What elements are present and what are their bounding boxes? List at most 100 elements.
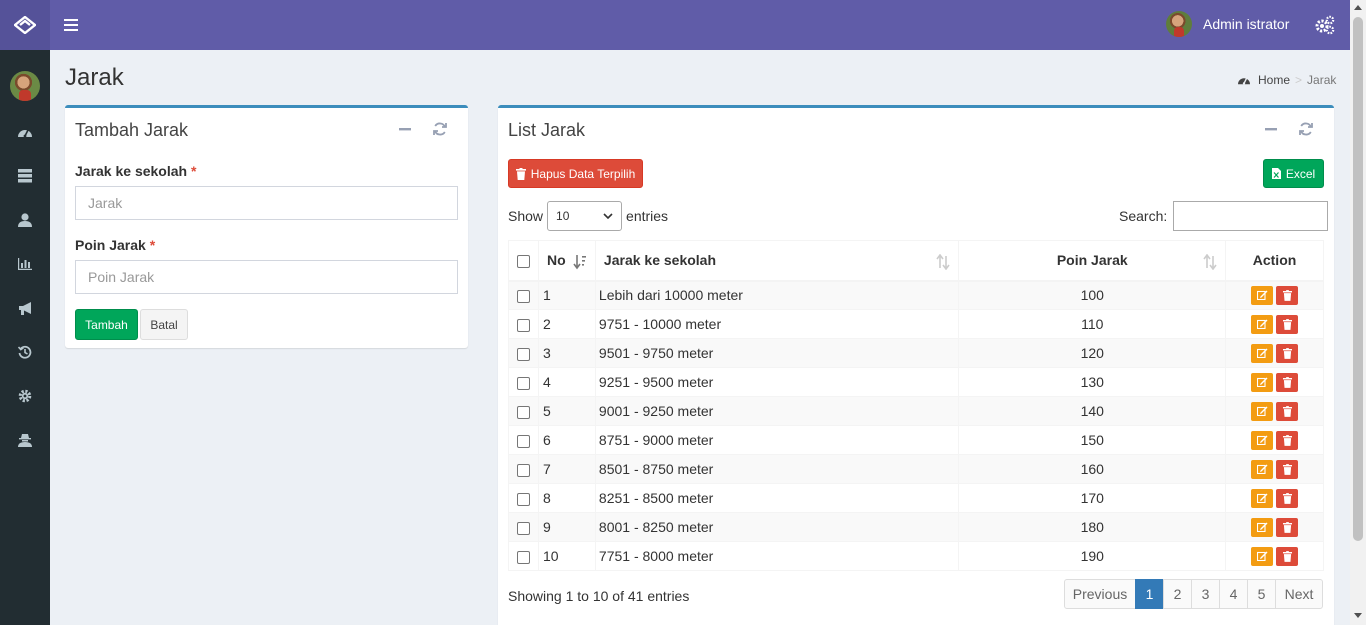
- edit-button[interactable]: [1251, 314, 1274, 334]
- sidebar-item-reports[interactable]: [15, 254, 35, 274]
- column-label: Jarak ke sekolah: [603, 252, 717, 269]
- row-points: 140: [958, 396, 1227, 426]
- delete-button[interactable]: [1276, 488, 1299, 508]
- delete-button[interactable]: [1276, 343, 1299, 363]
- sidebar-toggle-button[interactable]: [60, 15, 82, 35]
- row-checkbox[interactable]: [516, 550, 530, 564]
- refresh-button[interactable]: [432, 121, 448, 137]
- pagination-page[interactable]: 4: [1219, 579, 1248, 609]
- row-checkbox[interactable]: [516, 376, 530, 390]
- required-mark: *: [190, 163, 197, 179]
- delete-selected-button[interactable]: Hapus Data Terpilih: [508, 159, 643, 188]
- delete-button[interactable]: [1276, 517, 1299, 537]
- edit-button[interactable]: [1251, 488, 1274, 508]
- pagination-next[interactable]: Next: [1275, 579, 1323, 609]
- control-sidebar-button[interactable]: [1314, 15, 1336, 35]
- sort-icon: [1203, 254, 1217, 270]
- row-checkbox[interactable]: [516, 347, 530, 361]
- search-input[interactable]: [1173, 201, 1329, 231]
- user-menu[interactable]: Admin istrator: [1166, 11, 1289, 37]
- excel-export-button[interactable]: Excel: [1263, 159, 1324, 188]
- delete-button[interactable]: [1276, 459, 1299, 479]
- delete-button[interactable]: [1276, 430, 1299, 450]
- sidebar-item-admin[interactable]: [15, 430, 35, 450]
- collapse-button[interactable]: [397, 121, 413, 137]
- pagination-previous[interactable]: Previous: [1064, 579, 1136, 609]
- scrollbar-thumb[interactable]: [1353, 17, 1363, 541]
- row-checkbox[interactable]: [516, 405, 530, 419]
- edit-icon: [1256, 435, 1268, 445]
- row-checkbox[interactable]: [516, 434, 530, 448]
- row-points: 100: [958, 280, 1227, 310]
- cancel-button[interactable]: Batal: [140, 309, 188, 340]
- row-no: 6: [537, 425, 596, 455]
- edit-button[interactable]: [1251, 517, 1274, 537]
- app-logo[interactable]: [0, 0, 50, 50]
- trash-icon: [1282, 405, 1292, 417]
- collapse-button[interactable]: [1263, 121, 1279, 137]
- excel-label: Excel: [1285, 166, 1316, 181]
- edit-button[interactable]: [1251, 546, 1274, 566]
- menu-icon: [64, 19, 78, 31]
- sidebar-item-announcements[interactable]: [15, 298, 35, 318]
- row-checkbox[interactable]: [516, 492, 530, 506]
- points-label-text: Poin Jarak: [75, 237, 146, 253]
- sidebar-item-users[interactable]: [15, 210, 35, 230]
- page-length-select[interactable]: 10: [547, 201, 623, 231]
- table-search: Search:: [1119, 201, 1329, 231]
- distance-input[interactable]: [75, 186, 458, 220]
- points-input[interactable]: [75, 260, 458, 294]
- delete-button[interactable]: [1276, 401, 1299, 421]
- row-checkbox[interactable]: [516, 318, 530, 332]
- sidebar-item-settings[interactable]: [15, 386, 35, 406]
- pagination-page[interactable]: 3: [1191, 579, 1220, 609]
- scroll-up-icon[interactable]: [1354, 5, 1362, 10]
- delete-button[interactable]: [1276, 372, 1299, 392]
- box-title: Tambah Jarak: [75, 120, 189, 140]
- distance-table: No Jarak ke sekolah Poin Jarak Action 1 …: [508, 240, 1324, 571]
- scroll-down-icon[interactable]: [1354, 613, 1362, 618]
- edit-button[interactable]: [1251, 459, 1274, 479]
- pagination-page[interactable]: 1: [1135, 579, 1164, 609]
- row-distance: 8751 - 9000 meter: [594, 425, 960, 455]
- table-header-row: No Jarak ke sekolah Poin Jarak Action: [508, 240, 1324, 282]
- delete-button[interactable]: [1276, 314, 1299, 334]
- sidebar-item-dashboard[interactable]: [15, 122, 35, 142]
- sidebar-user-avatar[interactable]: [10, 71, 40, 101]
- select-all-checkbox[interactable]: [516, 255, 530, 269]
- edit-icon: [1256, 406, 1268, 416]
- sidebar-item-master-data[interactable]: [15, 166, 35, 186]
- edit-button[interactable]: [1251, 285, 1274, 305]
- sort-icon: [936, 254, 951, 270]
- pagination-page[interactable]: 2: [1163, 579, 1192, 609]
- pagination-page[interactable]: 5: [1247, 579, 1276, 609]
- edit-button[interactable]: [1251, 343, 1274, 363]
- trash-icon: [1282, 434, 1292, 446]
- breadcrumb-home-link[interactable]: Home: [1258, 73, 1290, 87]
- column-header-distance[interactable]: Jarak ke sekolah: [594, 240, 960, 282]
- row-checkbox[interactable]: [516, 463, 530, 477]
- database-icon: [18, 169, 32, 183]
- table-info: Showing 1 to 10 of 41 entries: [508, 588, 690, 604]
- column-header-points[interactable]: Poin Jarak: [958, 240, 1227, 282]
- edit-icon: [1256, 377, 1268, 387]
- row-no: 4: [537, 367, 596, 397]
- delete-button[interactable]: [1276, 546, 1299, 566]
- add-button[interactable]: Tambah: [75, 309, 138, 340]
- edit-button[interactable]: [1251, 401, 1274, 421]
- page-scrollbar[interactable]: [1350, 0, 1366, 625]
- refresh-button[interactable]: [1298, 121, 1314, 137]
- bar-chart-icon: [18, 258, 32, 270]
- row-select-cell: [508, 309, 539, 339]
- column-header-no[interactable]: No: [537, 240, 596, 282]
- edit-button[interactable]: [1251, 372, 1274, 392]
- sidebar-item-history[interactable]: [15, 342, 35, 362]
- delete-button[interactable]: [1276, 285, 1299, 305]
- excel-file-icon: [1271, 168, 1281, 179]
- row-checkbox[interactable]: [516, 290, 530, 304]
- row-checkbox[interactable]: [516, 521, 530, 535]
- row-select-cell: [508, 512, 539, 542]
- edit-button[interactable]: [1251, 430, 1274, 450]
- row-distance: Lebih dari 10000 meter: [594, 280, 960, 310]
- row-select-cell: [508, 338, 539, 368]
